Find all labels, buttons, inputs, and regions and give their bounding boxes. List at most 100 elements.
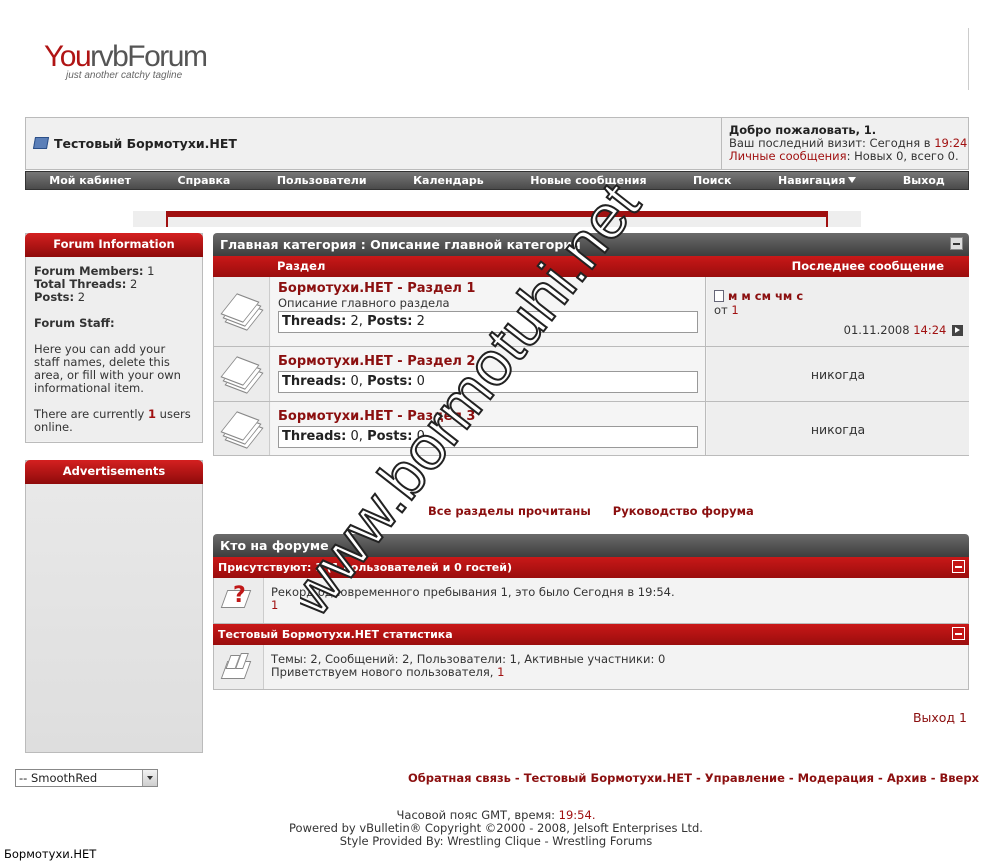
online-record: Рекорд одновременного пребывания 1, это … — [271, 585, 675, 599]
members-count: 1 — [147, 264, 155, 278]
site-logo[interactable]: YourvbForum just another catchy tagline — [44, 40, 208, 82]
forum-read-icon — [220, 411, 264, 449]
forum-row: Бормотухи.НЕТ - Раздел 3 Threads: 0, Pos… — [213, 402, 969, 456]
stats-icon — [220, 651, 254, 679]
col-last-post: Последнее сообщение — [791, 259, 944, 273]
forum-title-link[interactable]: Бормотухи.НЕТ - Раздел 1 — [278, 281, 698, 297]
whos-online-title[interactable]: Кто на форуме — [220, 538, 329, 553]
online-prefix: There are currently — [34, 407, 145, 421]
online-present-link[interactable]: Присутствуют: 1 (1 пользователей и 0 гос… — [218, 561, 512, 574]
forum-main-cell: Бормотухи.НЕТ - Раздел 1 Описание главно… — [271, 277, 706, 346]
stats-icon-cell — [214, 645, 264, 689]
collapse-icon[interactable] — [952, 627, 965, 640]
main-menu: Мой кабинет Справка Пользователи Календа… — [25, 171, 969, 190]
newest-member-link[interactable]: 1 — [497, 665, 504, 679]
forum-stats: Threads: 2, Posts: 2 — [278, 311, 698, 333]
corner-label: Бормотухи.НЕТ — [4, 847, 97, 861]
posts-label: Posts: — [367, 429, 413, 444]
last-visit-time: 19:24 — [934, 136, 968, 150]
last-post-cell: никогда — [707, 347, 969, 401]
posts-label: Posts: — [367, 314, 413, 329]
collapse-icon[interactable] — [952, 560, 965, 573]
menu-usercp[interactable]: Мой кабинет — [26, 172, 154, 189]
stats-title: Тестовый Бормотухи.НЕТ статистика — [218, 628, 453, 641]
welcome-panel: Добро пожаловать, 1. Ваш последний визит… — [721, 118, 969, 169]
private-messages-count: : Новых 0, всего 0. — [846, 149, 959, 163]
logout-link[interactable]: Выход 1 — [913, 710, 967, 725]
navbar: Тестовый Бормотухи.НЕТ Добро пожаловать,… — [25, 117, 969, 170]
threads-label: Threads: — [282, 374, 347, 389]
forum-read-icon — [220, 293, 264, 331]
forum-columns-header: Раздел Последнее сообщение — [213, 256, 969, 277]
threads-label: Threads: — [282, 314, 347, 329]
breadcrumb[interactable]: Тестовый Бормотухи.НЕТ — [32, 136, 237, 151]
decorative-red-left — [166, 217, 168, 227]
menu-navigation[interactable]: Навигация — [755, 172, 880, 189]
staff-label: Forum Staff: — [34, 316, 115, 330]
decorative-red-right — [826, 217, 828, 227]
logo-part1: You — [44, 40, 92, 73]
menu-logout[interactable]: Выход — [880, 172, 968, 189]
stats-row: Темы: 2, Сообщений: 2, Пользователи: 1, … — [213, 645, 969, 690]
style-selector[interactable]: -- SmoothRed — [15, 769, 158, 787]
forum-main-cell: Бормотухи.НЕТ - Раздел 3 Threads: 0, Pos… — [271, 402, 706, 455]
posts-count: 2 — [77, 290, 86, 304]
style-credit: Style Provided By: Wrestling Clique - Wr… — [339, 834, 653, 848]
whos-online-header[interactable]: Кто на форуме — [213, 534, 969, 557]
copyright: Часовой пояс GMT, время: 19:54. Powered … — [0, 809, 992, 848]
members-label: Forum Members: — [34, 264, 144, 278]
online-count: 1 — [148, 407, 157, 421]
last-post-user-link[interactable]: 1 — [731, 303, 738, 317]
forum-title-link[interactable]: Бормотухи.НЕТ - Раздел 2 — [278, 354, 698, 370]
menu-navigation-label: Навигация — [777, 174, 846, 187]
stats-header: Тестовый Бормотухи.НЕТ статистика — [213, 624, 969, 645]
private-messages-link[interactable]: Личные сообщения — [729, 149, 847, 163]
chevron-down-icon[interactable] — [142, 770, 157, 786]
advertisements-title: Advertisements — [25, 460, 203, 484]
forum-info-title: Forum Information — [25, 233, 203, 257]
col-forum: Раздел — [277, 259, 326, 273]
mark-forums-read-link[interactable]: Все разделы прочитаны — [428, 504, 591, 518]
forum-info-box: Forum Information Forum Members: 1 Total… — [25, 233, 203, 443]
online-user-link[interactable]: 1 — [271, 599, 675, 612]
collapse-icon[interactable] — [950, 237, 963, 250]
last-post-cell: м м см чм с от 1 01.11.2008 14:24 — [707, 277, 969, 346]
footer-links[interactable]: Обратная связь - Тестовый Бормотухи.НЕТ … — [408, 771, 979, 785]
forum-title-link[interactable]: Бормотухи.НЕТ - Раздел 3 — [278, 409, 698, 425]
go-to-last-post-icon[interactable] — [952, 325, 963, 336]
online-icon-cell: ? — [214, 578, 264, 623]
posts-label: Posts: — [34, 290, 75, 304]
menu-new-posts[interactable]: Новые сообщения — [507, 172, 670, 189]
posts-value: 2 — [416, 314, 425, 329]
forum-read-icon — [220, 356, 264, 394]
timezone-time: 19:54. — [558, 808, 596, 822]
thread-doc-icon — [714, 290, 724, 302]
online-present-header: Присутствуют: 1 (1 пользователей и 0 гос… — [213, 557, 969, 578]
menu-calendar[interactable]: Календарь — [390, 172, 507, 189]
decorative-bar — [133, 211, 861, 227]
last-post-title-link[interactable]: м м см чм с — [728, 289, 803, 303]
threads-value: 0 — [350, 374, 359, 389]
whos-online-icon: ? — [220, 583, 254, 610]
decorative-red-line — [166, 211, 828, 217]
logo-part2: rvbForum — [90, 40, 208, 73]
forum-status-cell — [214, 347, 270, 401]
forum-guide-link[interactable]: Руководство форума — [613, 504, 754, 518]
category-header[interactable]: Главная категория : Описание главной кат… — [213, 233, 969, 256]
menu-members[interactable]: Пользователи — [254, 172, 390, 189]
welcome-user-link[interactable]: 1 — [864, 123, 872, 137]
style-selected: -- SmoothRed — [19, 771, 98, 785]
menu-help[interactable]: Справка — [154, 172, 253, 189]
forum-status-cell — [214, 402, 270, 455]
threads-value: 0 — [350, 429, 359, 444]
welcome-prefix: Добро пожаловать, — [729, 123, 861, 137]
posts-value: 0 — [416, 429, 425, 444]
menu-search[interactable]: Поиск — [670, 172, 755, 189]
threads-label: Threads: — [282, 429, 347, 444]
last-post-time: 14:24 — [913, 323, 947, 337]
threads-count: 2 — [130, 277, 138, 291]
category-title[interactable]: Главная категория : Описание главной кат… — [220, 237, 581, 252]
advertisements-box: Advertisements — [25, 460, 203, 753]
forum-stats: Threads: 0, Posts: 0 — [278, 426, 698, 448]
last-visit-label: Ваш последний визит: Сегодня в — [729, 136, 931, 150]
